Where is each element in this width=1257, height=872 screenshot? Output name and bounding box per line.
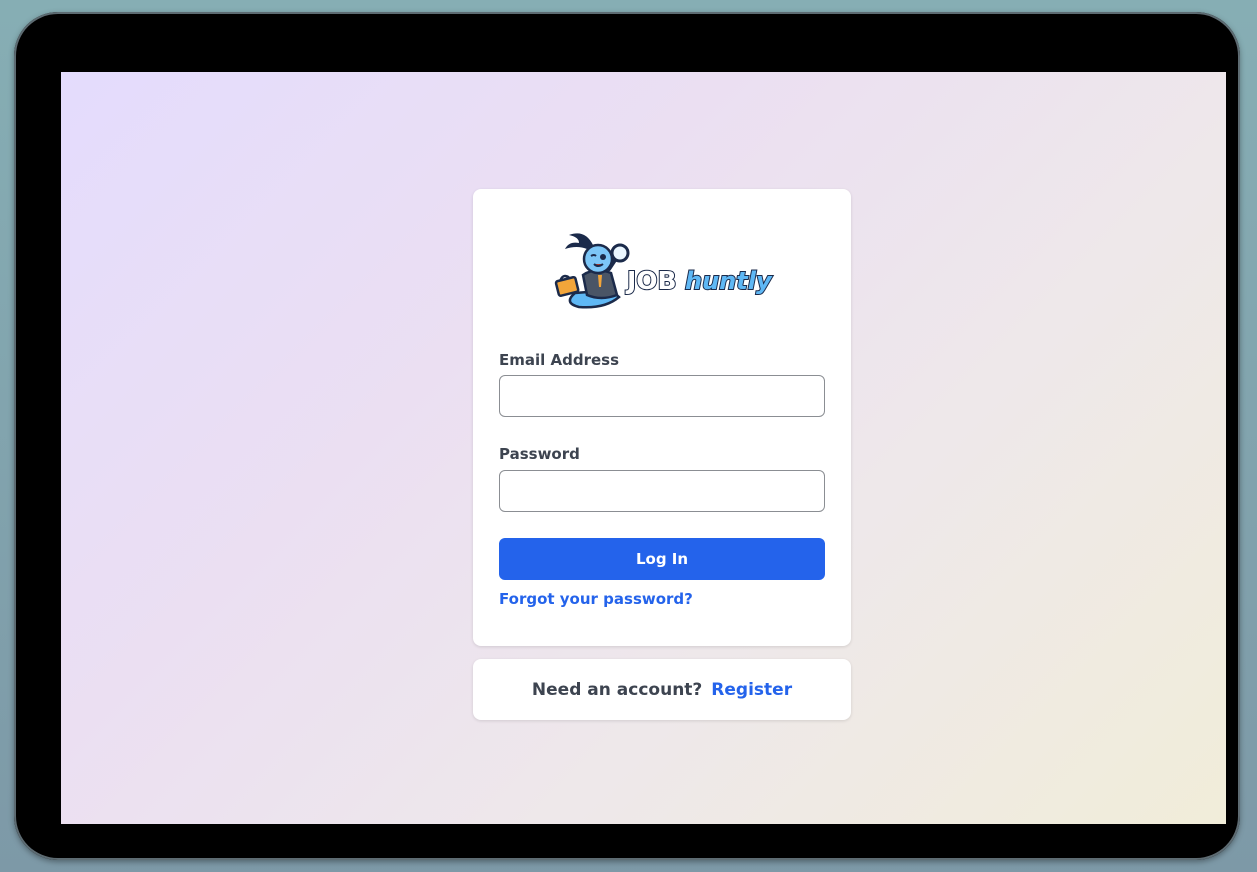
logo-text-huntly: huntly bbox=[685, 267, 773, 295]
genie-mascot-icon bbox=[554, 233, 630, 309]
app-screen: JOB huntly Email Address Password Log In… bbox=[61, 72, 1226, 824]
password-field[interactable] bbox=[499, 470, 825, 512]
password-label: Password bbox=[499, 445, 580, 463]
email-field[interactable] bbox=[499, 375, 825, 417]
login-card: JOB huntly Email Address Password Log In… bbox=[473, 189, 851, 646]
need-account-text: Need an account? bbox=[531, 679, 703, 700]
email-label: Email Address bbox=[499, 351, 620, 369]
device-frame: JOB huntly Email Address Password Log In… bbox=[14, 12, 1240, 860]
logo-text-job: JOB bbox=[625, 266, 677, 295]
register-link[interactable]: Register bbox=[711, 680, 792, 700]
forgot-password-link[interactable]: Forgot your password? bbox=[499, 590, 693, 608]
jobhuntly-logo: JOB huntly bbox=[554, 233, 774, 309]
register-card: Need an account? Register bbox=[473, 659, 851, 720]
login-button[interactable]: Log In bbox=[499, 538, 825, 580]
